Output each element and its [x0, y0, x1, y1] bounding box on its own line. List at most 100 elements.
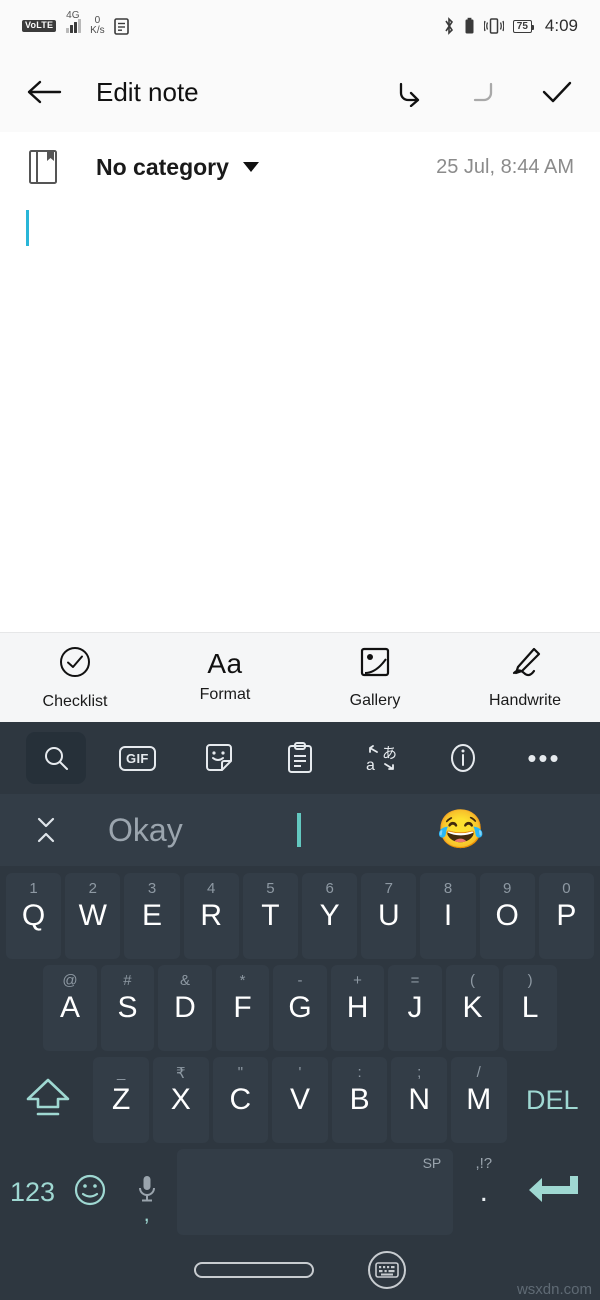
delete-key[interactable]: DEL [511, 1057, 594, 1143]
space-hint-label: SP [422, 1155, 442, 1171]
suggestion-divider [297, 813, 301, 847]
delete-label: DEL [526, 1084, 579, 1115]
gif-label: GIF [119, 745, 156, 771]
key-m[interactable]: / M [450, 1057, 507, 1143]
key-g[interactable]: -G [273, 965, 327, 1051]
toolbar-label-gallery: Gallery [349, 691, 401, 709]
key-label: F [233, 991, 252, 1024]
key-label: M [466, 1083, 492, 1116]
redo-icon[interactable] [466, 77, 500, 107]
key-k[interactable]: (K [445, 965, 500, 1051]
key-e[interactable]: 3E [124, 873, 180, 959]
volte-icon: VoLTE [22, 20, 57, 32]
key-u[interactable]: 7U [361, 873, 417, 959]
key-q[interactable]: 1Q [6, 873, 62, 959]
key-r[interactable]: 4R [183, 873, 239, 959]
suggestion-word[interactable]: Okay [108, 812, 183, 849]
signal-type-label: 4G [66, 10, 80, 21]
category-selector[interactable]: No category [96, 154, 259, 181]
enter-icon [526, 1168, 582, 1217]
home-pill[interactable] [194, 1262, 314, 1278]
key-w[interactable]: 2W [65, 873, 121, 959]
emoji-key[interactable] [63, 1149, 116, 1235]
key-p[interactable]: 0P [538, 873, 595, 959]
key-hint: 4 [207, 880, 216, 897]
status-bar-clock: 4:09 [544, 16, 578, 35]
gif-icon[interactable]: GIF [107, 732, 167, 784]
period-key[interactable]: ,!? . [457, 1149, 510, 1235]
more-icon[interactable]: ••• [514, 732, 574, 784]
key-t[interactable]: 5T [242, 873, 299, 959]
key-hint: 1 [29, 880, 38, 897]
expand-collapse-icon[interactable] [26, 815, 66, 845]
numeric-key[interactable]: 123 [6, 1149, 59, 1235]
key-d[interactable]: & D [158, 965, 212, 1051]
key-hint: ' [298, 1064, 302, 1081]
keyboard-row-3: _ Z ₹ X " C ' V :B ; N / M DEL [2, 1054, 598, 1146]
mic-key[interactable]: , [120, 1149, 173, 1235]
note-body-editor[interactable] [0, 196, 600, 632]
keyboard-row-2: @ A # S & D * F -G + H = J (K ) L [2, 962, 598, 1054]
key-z[interactable]: _ Z [93, 1057, 149, 1143]
notebook-icon[interactable] [26, 148, 60, 186]
key-label: J [407, 991, 423, 1024]
info-icon[interactable] [433, 732, 493, 784]
key-c[interactable]: " C [212, 1057, 269, 1143]
key-o[interactable]: 9O [479, 873, 535, 959]
key-f[interactable]: * F [215, 965, 270, 1051]
key-hint: 2 [88, 880, 97, 897]
watermark: wsxdn.com [516, 1281, 592, 1298]
app-bar-actions [392, 77, 574, 107]
hide-keyboard-icon[interactable] [368, 1251, 406, 1289]
key-hint: 5 [266, 880, 275, 897]
key-b[interactable]: :B [331, 1057, 388, 1143]
key-hint: ( [470, 972, 476, 989]
key-s[interactable]: # S [100, 965, 155, 1051]
key-y[interactable]: 6Y [302, 873, 358, 959]
note-toolbar: Checklist Aa Format Gallery Handwrite [0, 632, 600, 722]
done-check-icon[interactable] [540, 78, 574, 106]
key-h[interactable]: + H [330, 965, 385, 1051]
key-label: V [289, 1083, 310, 1116]
key-label: X [170, 1083, 191, 1116]
toolbar-label-checklist: Checklist [42, 692, 108, 710]
back-arrow-icon[interactable] [26, 78, 62, 106]
pen-icon [508, 646, 542, 683]
comma-label: , [143, 1201, 150, 1226]
space-key[interactable]: SP [177, 1149, 454, 1235]
keyboard-keys: 1Q 2W 3E 4R 5T 6Y 7U 8I 9O 0P @ A # S & D *… [0, 866, 600, 1240]
key-n[interactable]: ; N [391, 1057, 447, 1143]
toolbar-item-format[interactable]: Aa Format [150, 650, 300, 704]
enter-key[interactable] [514, 1149, 594, 1235]
toolbar-item-gallery[interactable]: Gallery [300, 646, 450, 710]
key-v[interactable]: ' V [272, 1057, 328, 1143]
sticker-icon[interactable] [189, 732, 249, 784]
period-hint-label: ,!? [475, 1155, 493, 1172]
key-i[interactable]: 8I [420, 873, 476, 959]
page-title: Edit note [96, 76, 199, 107]
search-icon[interactable] [26, 732, 86, 784]
check-circle-icon [58, 645, 92, 684]
translate-icon[interactable]: aあ [351, 732, 411, 784]
key-l[interactable]: ) L [503, 965, 557, 1051]
undo-icon[interactable] [392, 77, 426, 107]
key-x[interactable]: ₹ X [153, 1057, 209, 1143]
numeric-label: 123 [10, 1176, 56, 1207]
key-a[interactable]: @ A [43, 965, 97, 1051]
key-label: G [288, 991, 312, 1024]
key-hint: " [237, 1064, 244, 1081]
key-label: A [59, 991, 80, 1024]
toolbar-item-checklist[interactable]: Checklist [0, 645, 150, 711]
bluetooth-icon [443, 17, 455, 35]
shift-key[interactable] [6, 1057, 89, 1143]
suggestion-emoji[interactable]: 😂 [437, 811, 484, 849]
key-label: C [229, 1083, 252, 1116]
toolbar-item-handwrite[interactable]: Handwrite [450, 646, 600, 710]
status-bar-right: 75 4:09 [443, 16, 578, 36]
key-hint: : [357, 1064, 362, 1081]
edit-note-screen: VoLTE 4G 0 K/s 75 4:09 Edit note No cate… [0, 0, 600, 1300]
key-j[interactable]: = J [388, 965, 442, 1051]
clipboard-icon[interactable] [270, 732, 330, 784]
key-label: U [377, 899, 400, 932]
period-label: . [479, 1175, 488, 1208]
